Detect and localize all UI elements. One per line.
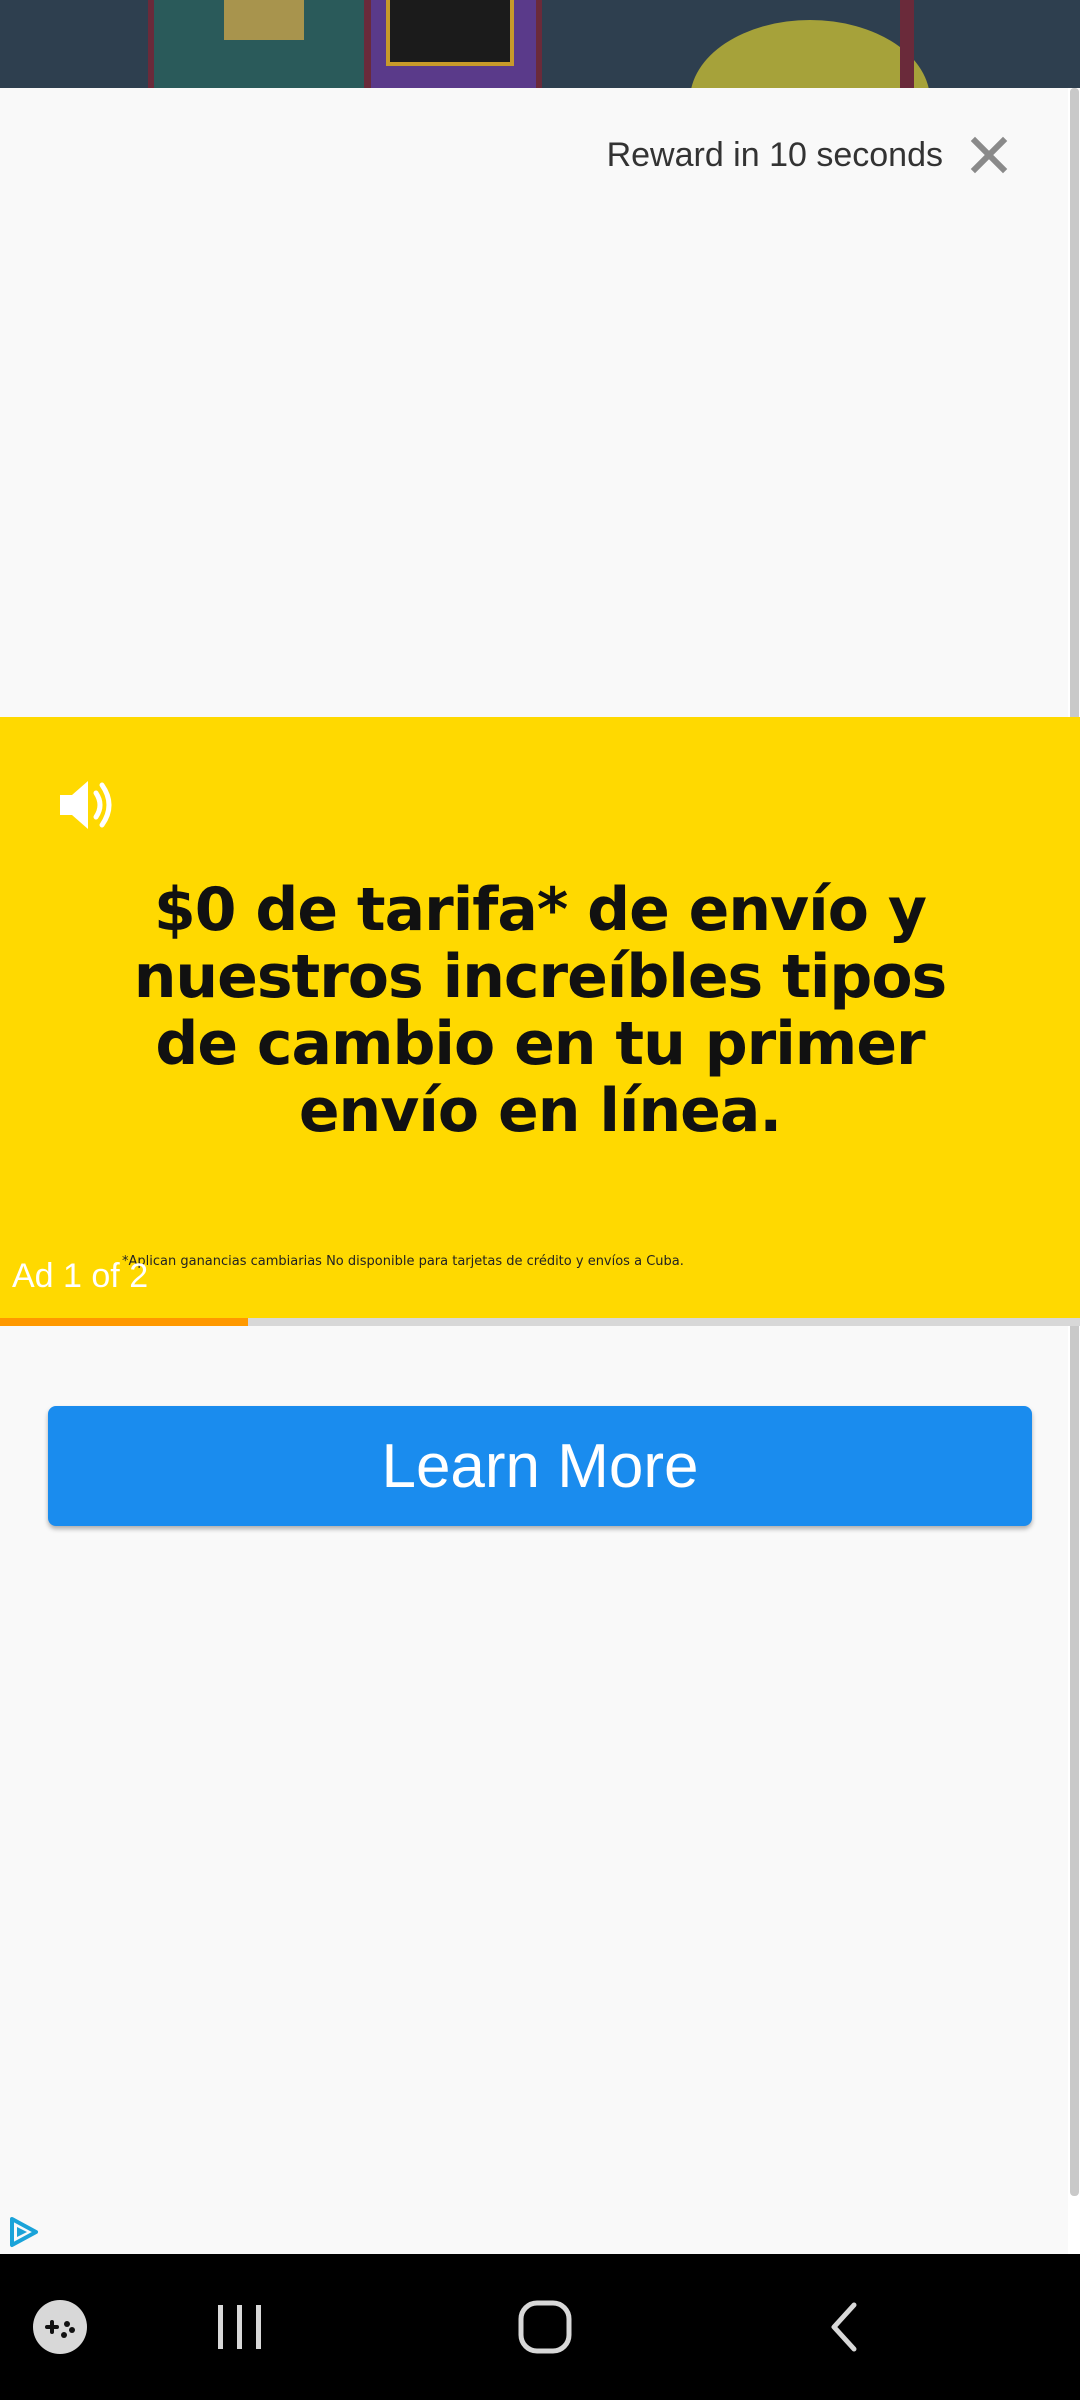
home-icon [518, 2300, 572, 2354]
learn-more-button[interactable]: Learn More [48, 1406, 1032, 1526]
adchoices-icon [10, 2217, 38, 2247]
headline-text: y [887, 875, 927, 945]
game-tile [900, 0, 914, 88]
back-icon [831, 2302, 857, 2352]
headline-text: nuestros increíbles tipos [133, 942, 948, 1012]
speaker-icon [60, 781, 112, 829]
sound-toggle-button[interactable] [52, 769, 124, 841]
recent-apps-icon [218, 2305, 261, 2349]
game-decoration [690, 20, 930, 88]
ad-counter: Ad 1 of 2 [12, 1257, 149, 1295]
game-background [0, 0, 1080, 88]
game-controller-icon [33, 2300, 87, 2354]
ad-progress-fill [0, 1318, 249, 1326]
ad-creative[interactable]: $0 de tarifa* de envío y nuestros increí… [0, 717, 1080, 1320]
game-tile [148, 0, 370, 88]
close-button[interactable] [960, 126, 1018, 184]
back-button[interactable] [800, 2254, 890, 2400]
ad-fineprint: *Aplican ganancias cambiarias No disponi… [122, 1254, 684, 1269]
ad-headline: $0 de tarifa* de envío y nuestros increí… [80, 877, 1000, 1145]
ad-progress-bar [0, 1318, 1080, 1326]
game-launcher-button[interactable] [20, 2254, 100, 2400]
headline-text: envío en línea. [298, 1076, 782, 1146]
close-icon [970, 136, 1008, 174]
adchoices-button[interactable] [6, 2214, 42, 2250]
headline-text: de cambio en tu primer [155, 1009, 925, 1079]
system-nav-bar [0, 2254, 1080, 2400]
recent-apps-button[interactable] [200, 2254, 280, 2400]
game-tile [365, 0, 542, 88]
reward-countdown: Reward in 10 seconds [606, 136, 943, 174]
headline-bold: $0 de tarifa* de envío [154, 875, 869, 945]
home-button[interactable] [500, 2254, 590, 2400]
